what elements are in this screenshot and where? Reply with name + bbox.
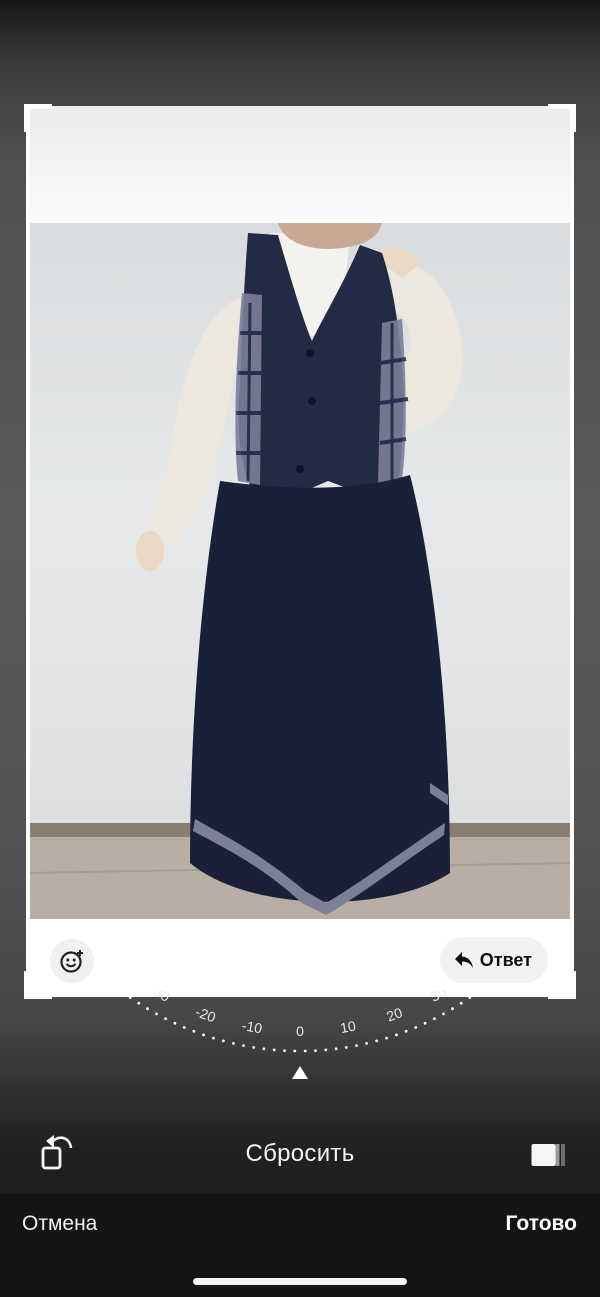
dial-pointer-icon [292, 1066, 308, 1079]
dial-dot [182, 1026, 186, 1029]
crop-handle-top-right[interactable] [548, 104, 576, 132]
dial-label: 0 [296, 1023, 304, 1039]
dial-dot [155, 1012, 158, 1016]
dial-dot [324, 1048, 328, 1052]
dial-dot [146, 1007, 149, 1011]
dial-dot [120, 990, 124, 993]
done-button[interactable]: Готово [506, 1212, 577, 1236]
dial-dot [476, 990, 480, 993]
add-reaction-button[interactable] [50, 939, 94, 983]
dial-dot [344, 1046, 348, 1049]
dial-dot [272, 1048, 276, 1052]
dial-label: -20 [193, 1003, 218, 1025]
dial-dot [202, 1033, 206, 1037]
reset-button[interactable]: Сбросить [0, 1140, 600, 1168]
crop-area[interactable]: Ответ [24, 104, 576, 999]
dial-dot [232, 1042, 235, 1045]
dial-dot [442, 1012, 445, 1016]
reply-arrow-icon [454, 952, 473, 968]
dial-dot [468, 996, 472, 999]
dial-dot [365, 1042, 368, 1045]
dial-label: 30 [151, 990, 173, 1005]
dial-dot [222, 1039, 225, 1043]
message-action-bar: Ответ [30, 919, 570, 997]
dial-dot [128, 996, 132, 999]
dial-dot [375, 1039, 378, 1043]
dial-dot [212, 1036, 215, 1040]
dial-dot [303, 1049, 307, 1053]
dial-dot [355, 1044, 358, 1047]
dial-dot [192, 1029, 196, 1033]
dial-dot [164, 1017, 168, 1021]
dial-dot [385, 1036, 388, 1040]
dial-dot [173, 1021, 177, 1025]
rotation-dial[interactable]: 30 -20 -10 0 10 20 30 [0, 990, 600, 1090]
dial-dot [252, 1046, 256, 1049]
dial-dot [433, 1017, 436, 1021]
dial-label: 10 [339, 1018, 357, 1036]
dial-dot [334, 1047, 338, 1051]
home-indicator [193, 1278, 407, 1285]
crop-handle-top-left[interactable] [24, 104, 52, 132]
dial-dot [314, 1049, 317, 1052]
dial-label: 20 [384, 1004, 404, 1024]
dial-dot [414, 1026, 418, 1029]
dial-label: -10 [241, 1017, 264, 1036]
photo-header-area [30, 106, 570, 223]
photo-image [30, 223, 570, 919]
reply-label: Ответ [479, 949, 532, 970]
dial-dot [459, 1001, 463, 1005]
aspect-ratio-icon [531, 1144, 565, 1166]
photo-illustration [30, 223, 570, 919]
dial-dot [262, 1047, 266, 1051]
dial-dot [137, 1001, 141, 1005]
dial-dot [242, 1044, 245, 1047]
cancel-button[interactable]: Отмена [22, 1212, 97, 1236]
dial-dot [423, 1021, 427, 1025]
dial-labels: 30 -20 -10 0 10 20 30 [151, 990, 449, 1039]
dial-dot [451, 1007, 454, 1011]
reply-button[interactable]: Ответ [439, 937, 548, 983]
dial-dot [395, 1033, 398, 1037]
bottom-action-bar: Отмена Готово [0, 1194, 600, 1297]
add-reaction-icon [60, 950, 83, 973]
dial-dot [283, 1049, 286, 1052]
aspect-ratio-button[interactable] [530, 1140, 566, 1170]
dial-dot [404, 1029, 408, 1033]
dial-dots [120, 990, 480, 1053]
dial-dot [293, 1049, 297, 1053]
edit-tools-row: Сбросить [0, 1128, 600, 1184]
dial-label: 30 [427, 990, 449, 1005]
